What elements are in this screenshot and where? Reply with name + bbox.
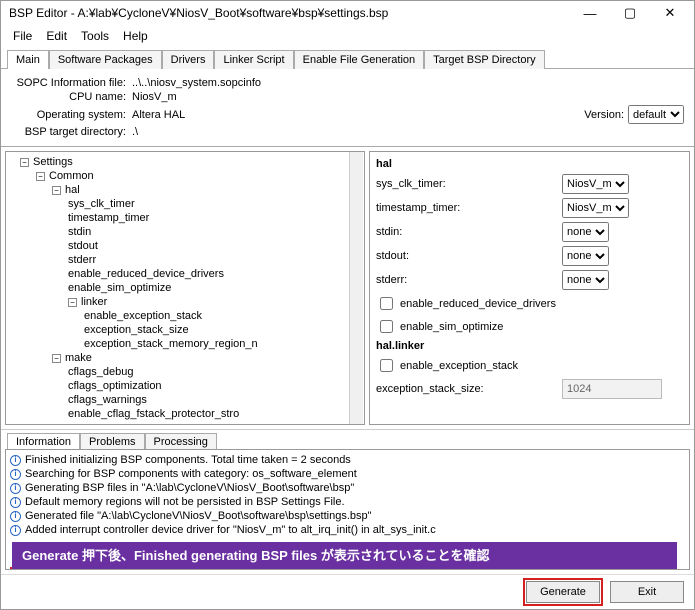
tab-problems[interactable]: Problems (80, 433, 144, 450)
os-value: Altera HAL (132, 109, 584, 121)
tree-item[interactable]: exception_stack_size (8, 323, 362, 337)
menu-file[interactable]: File (7, 27, 38, 45)
tree-item[interactable]: stdin (8, 225, 362, 239)
menu-tools[interactable]: Tools (75, 27, 115, 45)
tree-root[interactable]: Settings (33, 156, 73, 168)
tab-drivers[interactable]: Drivers (162, 50, 215, 69)
minimize-button[interactable]: — (570, 1, 610, 25)
log-line: Generating BSP files in "A:\lab\CycloneV… (25, 481, 354, 495)
tree-linker[interactable]: linker (81, 296, 107, 308)
tab-enable-file-generation[interactable]: Enable File Generation (294, 50, 425, 69)
properties-pane: hal sys_clk_timer: NiosV_m timestamp_time… (369, 151, 690, 425)
menu-help[interactable]: Help (117, 27, 154, 45)
tree-item[interactable]: timestamp_timer (8, 211, 362, 225)
prop-label-timestamp: timestamp_timer: (376, 202, 556, 214)
settings-tree[interactable]: −Settings −Common −hal sys_clk_timer tim… (5, 151, 365, 425)
info-icon: i (10, 469, 21, 480)
bottom-tabbar: Information Problems Processing (1, 429, 694, 449)
prop-label-stderr: stderr: (376, 274, 556, 286)
version-label: Version: (584, 109, 624, 121)
info-icon: i (10, 455, 21, 466)
tree-item[interactable]: cflags_optimization (8, 379, 362, 393)
tree-toggle-icon[interactable]: − (52, 186, 61, 195)
stderr-select[interactable]: none (562, 270, 609, 290)
sopc-value: ..\..\niosv_system.sopcinfo (132, 77, 684, 89)
generate-button[interactable]: Generate (526, 581, 600, 603)
tree-item[interactable]: stderr (8, 253, 362, 267)
info-icon: i (10, 497, 21, 508)
props-hal-header: hal (376, 158, 683, 170)
main-tabbar: Main Software Packages Drivers Linker Sc… (1, 47, 694, 69)
tree-item[interactable]: exception_stack_memory_region_n (8, 337, 362, 351)
window-title: BSP Editor - A:¥lab¥CycloneV¥NiosV_Boot¥… (9, 6, 570, 20)
tree-item[interactable]: enable_reduced_device_drivers (8, 267, 362, 281)
tree-item[interactable]: enable_sim_optimize (8, 281, 362, 295)
log-line: Added interrupt controller device driver… (25, 523, 436, 537)
tree-toggle-icon[interactable]: − (36, 172, 45, 181)
chk-reduced-label: enable_reduced_device_drivers (400, 298, 556, 310)
cpu-value: NiosV_m (132, 91, 684, 103)
tree-toggle-icon[interactable]: − (52, 354, 61, 363)
tab-processing[interactable]: Processing (145, 433, 217, 450)
info-panel: SOPC Information file: ..\..\niosv_syste… (1, 69, 694, 146)
sopc-label: SOPC Information file: (11, 77, 126, 89)
tree-item[interactable]: enable_exception_stack (8, 309, 362, 323)
app-window: BSP Editor - A:¥lab¥CycloneV¥NiosV_Boot¥… (0, 0, 695, 610)
tab-target-bsp-directory[interactable]: Target BSP Directory (424, 50, 545, 69)
menu-edit[interactable]: Edit (40, 27, 73, 45)
content-split: −Settings −Common −hal sys_clk_timer tim… (1, 146, 694, 429)
target-label: BSP target directory: (11, 126, 126, 138)
exception-stack-size-field[interactable] (562, 379, 662, 399)
exit-button[interactable]: Exit (610, 581, 684, 603)
chk-reduced-drivers[interactable] (380, 297, 393, 310)
stdout-select[interactable]: none (562, 246, 609, 266)
props-linker-header: hal.linker (376, 340, 683, 352)
prop-label-sys-clk: sys_clk_timer: (376, 178, 556, 190)
log-line: Generated file "A:\lab\CycloneV\NiosV_Bo… (25, 509, 372, 523)
target-value: .\ (132, 126, 684, 138)
titlebar: BSP Editor - A:¥lab¥CycloneV¥NiosV_Boot¥… (1, 1, 694, 25)
menubar: File Edit Tools Help (1, 25, 694, 47)
tab-information[interactable]: Information (7, 433, 80, 450)
tree-hal[interactable]: hal (65, 184, 80, 196)
tree-item[interactable]: stdout (8, 239, 362, 253)
tree-item[interactable]: enable_cflag_fstack_protector_stro (8, 407, 362, 421)
log-line: Default memory regions will not be persi… (25, 495, 345, 509)
tree-make[interactable]: make (65, 352, 92, 364)
chk-exception-stack[interactable] (380, 359, 393, 372)
chk-sim-optimize[interactable] (380, 320, 393, 333)
maximize-button[interactable]: ▢ (610, 1, 650, 25)
log-line: Finished initializing BSP components. To… (25, 453, 351, 467)
tree-toggle-icon[interactable]: − (20, 158, 29, 167)
chk-sim-label: enable_sim_optimize (400, 321, 503, 333)
tree-item[interactable]: cflags_warnings (8, 393, 362, 407)
info-icon: i (10, 525, 21, 536)
version-select[interactable]: default (628, 105, 684, 124)
log-panel: i Finished initializing BSP components. T… (5, 449, 690, 570)
tab-linker-script[interactable]: Linker Script (214, 50, 293, 69)
os-label: Operating system: (11, 109, 126, 121)
prop-label-exc-size: exception_stack_size: (376, 383, 556, 395)
log-line: Searching for BSP components with catego… (25, 467, 357, 481)
sys-clk-timer-select[interactable]: NiosV_m (562, 174, 629, 194)
tree-common[interactable]: Common (49, 170, 94, 182)
info-icon: i (10, 483, 21, 494)
scrollbar[interactable] (349, 152, 363, 424)
tree-toggle-icon[interactable]: − (68, 298, 77, 307)
prop-label-stdin: stdin: (376, 226, 556, 238)
tree-item[interactable]: sys_clk_timer (8, 197, 362, 211)
tab-main[interactable]: Main (7, 50, 49, 69)
tab-software-packages[interactable]: Software Packages (49, 50, 162, 69)
info-icon: i (10, 511, 21, 522)
annotation-banner: Generate 押下後、Finished generating BSP fil… (12, 542, 677, 570)
stdin-select[interactable]: none (562, 222, 609, 242)
close-button[interactable]: ✕ (650, 1, 690, 25)
chk-exc-label: enable_exception_stack (400, 360, 518, 372)
prop-label-stdout: stdout: (376, 250, 556, 262)
cpu-label: CPU name: (11, 91, 126, 103)
button-bar: Generate Exit (1, 574, 694, 609)
timestamp-timer-select[interactable]: NiosV_m (562, 198, 629, 218)
tree-item[interactable]: cflags_debug (8, 365, 362, 379)
